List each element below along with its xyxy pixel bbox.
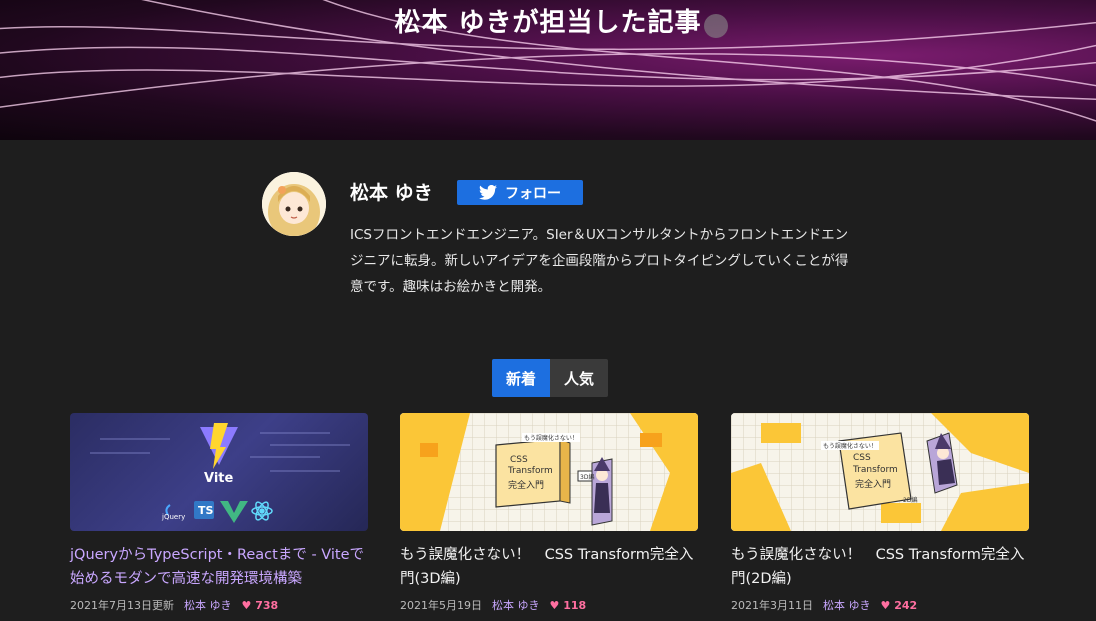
follow-button-label: フォロー (505, 185, 561, 202)
thumbnail-ts-text: TS (198, 504, 214, 517)
thumbnail-transform: Transform (508, 466, 553, 476)
twitter-bird-icon (479, 185, 497, 200)
article-card[interactable]: もう誤魔化さない！ CSS Transform 完全入門 2D編 もう誤魔化さな… (731, 413, 1029, 613)
article-thumbnail[interactable]: もう誤魔化さない！ CSS Transform 完全入門 3D編 (400, 413, 698, 531)
sort-tabs: 新着 人気 (492, 359, 608, 397)
author-bio: ICSフロントエンドエンジニア。SIer＆UXコンサルタントからフロントエンドエ… (350, 227, 849, 295)
article-likes: ♥ 738 (241, 598, 279, 612)
thumbnail-vite-text: Vite (204, 471, 234, 486)
article-title[interactable]: もう誤魔化さない！ CSS Transform完全入門(3D編) (400, 543, 698, 591)
article-author[interactable]: 松本 ゆき (823, 597, 871, 613)
article-card[interactable]: もう誤魔化さない！ CSS Transform 完全入門 3D編 もう誤魔化さな… (400, 413, 698, 613)
article-thumbnail[interactable]: もう誤魔化さない！ CSS Transform 完全入門 2D編 (731, 413, 1029, 531)
thumbnail-edition: 3D編 (580, 474, 595, 481)
tab-new[interactable]: 新着 (492, 359, 550, 397)
thumbnail-complete: 完全入門 (508, 481, 545, 491)
page-title: 松本 ゆきが担当した記事 (394, 8, 702, 38)
article-date: 2021年7月13日更新 (70, 599, 174, 612)
thumbnail-complete: 完全入門 (855, 480, 892, 490)
thumbnail-edition: 2D編 (903, 497, 918, 504)
thumbnail-tagline: もう誤魔化さない！ (821, 441, 879, 450)
article-author[interactable]: 松本 ゆき (184, 597, 232, 613)
article-meta: 2021年3月11日 松本 ゆき ♥ 242 (731, 597, 1029, 613)
avatar[interactable] (262, 172, 326, 236)
thumbnail-css: CSS (853, 453, 871, 463)
tab-popular[interactable]: 人気 (550, 359, 608, 397)
article-card[interactable]: Vite jQuery TS jQueryからTypeScript・Reactま… (70, 413, 368, 613)
article-likes: ♥ 242 (880, 598, 918, 612)
author-profile: 松本 ゆき フォロー ICSフロントエンドエンジニア。SIer＆UXコンサルタン… (262, 172, 862, 302)
article-title[interactable]: もう誤魔化さない！ CSS Transform完全入門(2D編) (731, 543, 1029, 591)
article-likes: ♥ 118 (549, 598, 587, 612)
hero-banner: 松本 ゆきが担当した記事 (0, 0, 1096, 140)
article-date: 2021年5月19日 (400, 599, 482, 612)
thumbnail-css: CSS (510, 455, 528, 465)
article-meta: 2021年7月13日更新 松本 ゆき ♥ 738 (70, 597, 368, 613)
article-title[interactable]: jQueryからTypeScript・Reactまで - Viteで始めるモダン… (70, 543, 368, 591)
article-meta: 2021年5月19日 松本 ゆき ♥ 118 (400, 597, 698, 613)
thumbnail-tagline: もう誤魔化さない！ (522, 433, 580, 442)
article-thumbnail[interactable]: Vite jQuery TS (70, 413, 368, 531)
follow-button[interactable]: フォロー (457, 180, 583, 205)
author-name[interactable]: 松本 ゆき (350, 178, 433, 205)
thumbnail-transform: Transform (853, 465, 898, 475)
article-date: 2021年3月11日 (731, 599, 813, 612)
thumbnail-jquery-text: jQuery (162, 513, 186, 521)
article-author[interactable]: 松本 ゆき (492, 597, 540, 613)
